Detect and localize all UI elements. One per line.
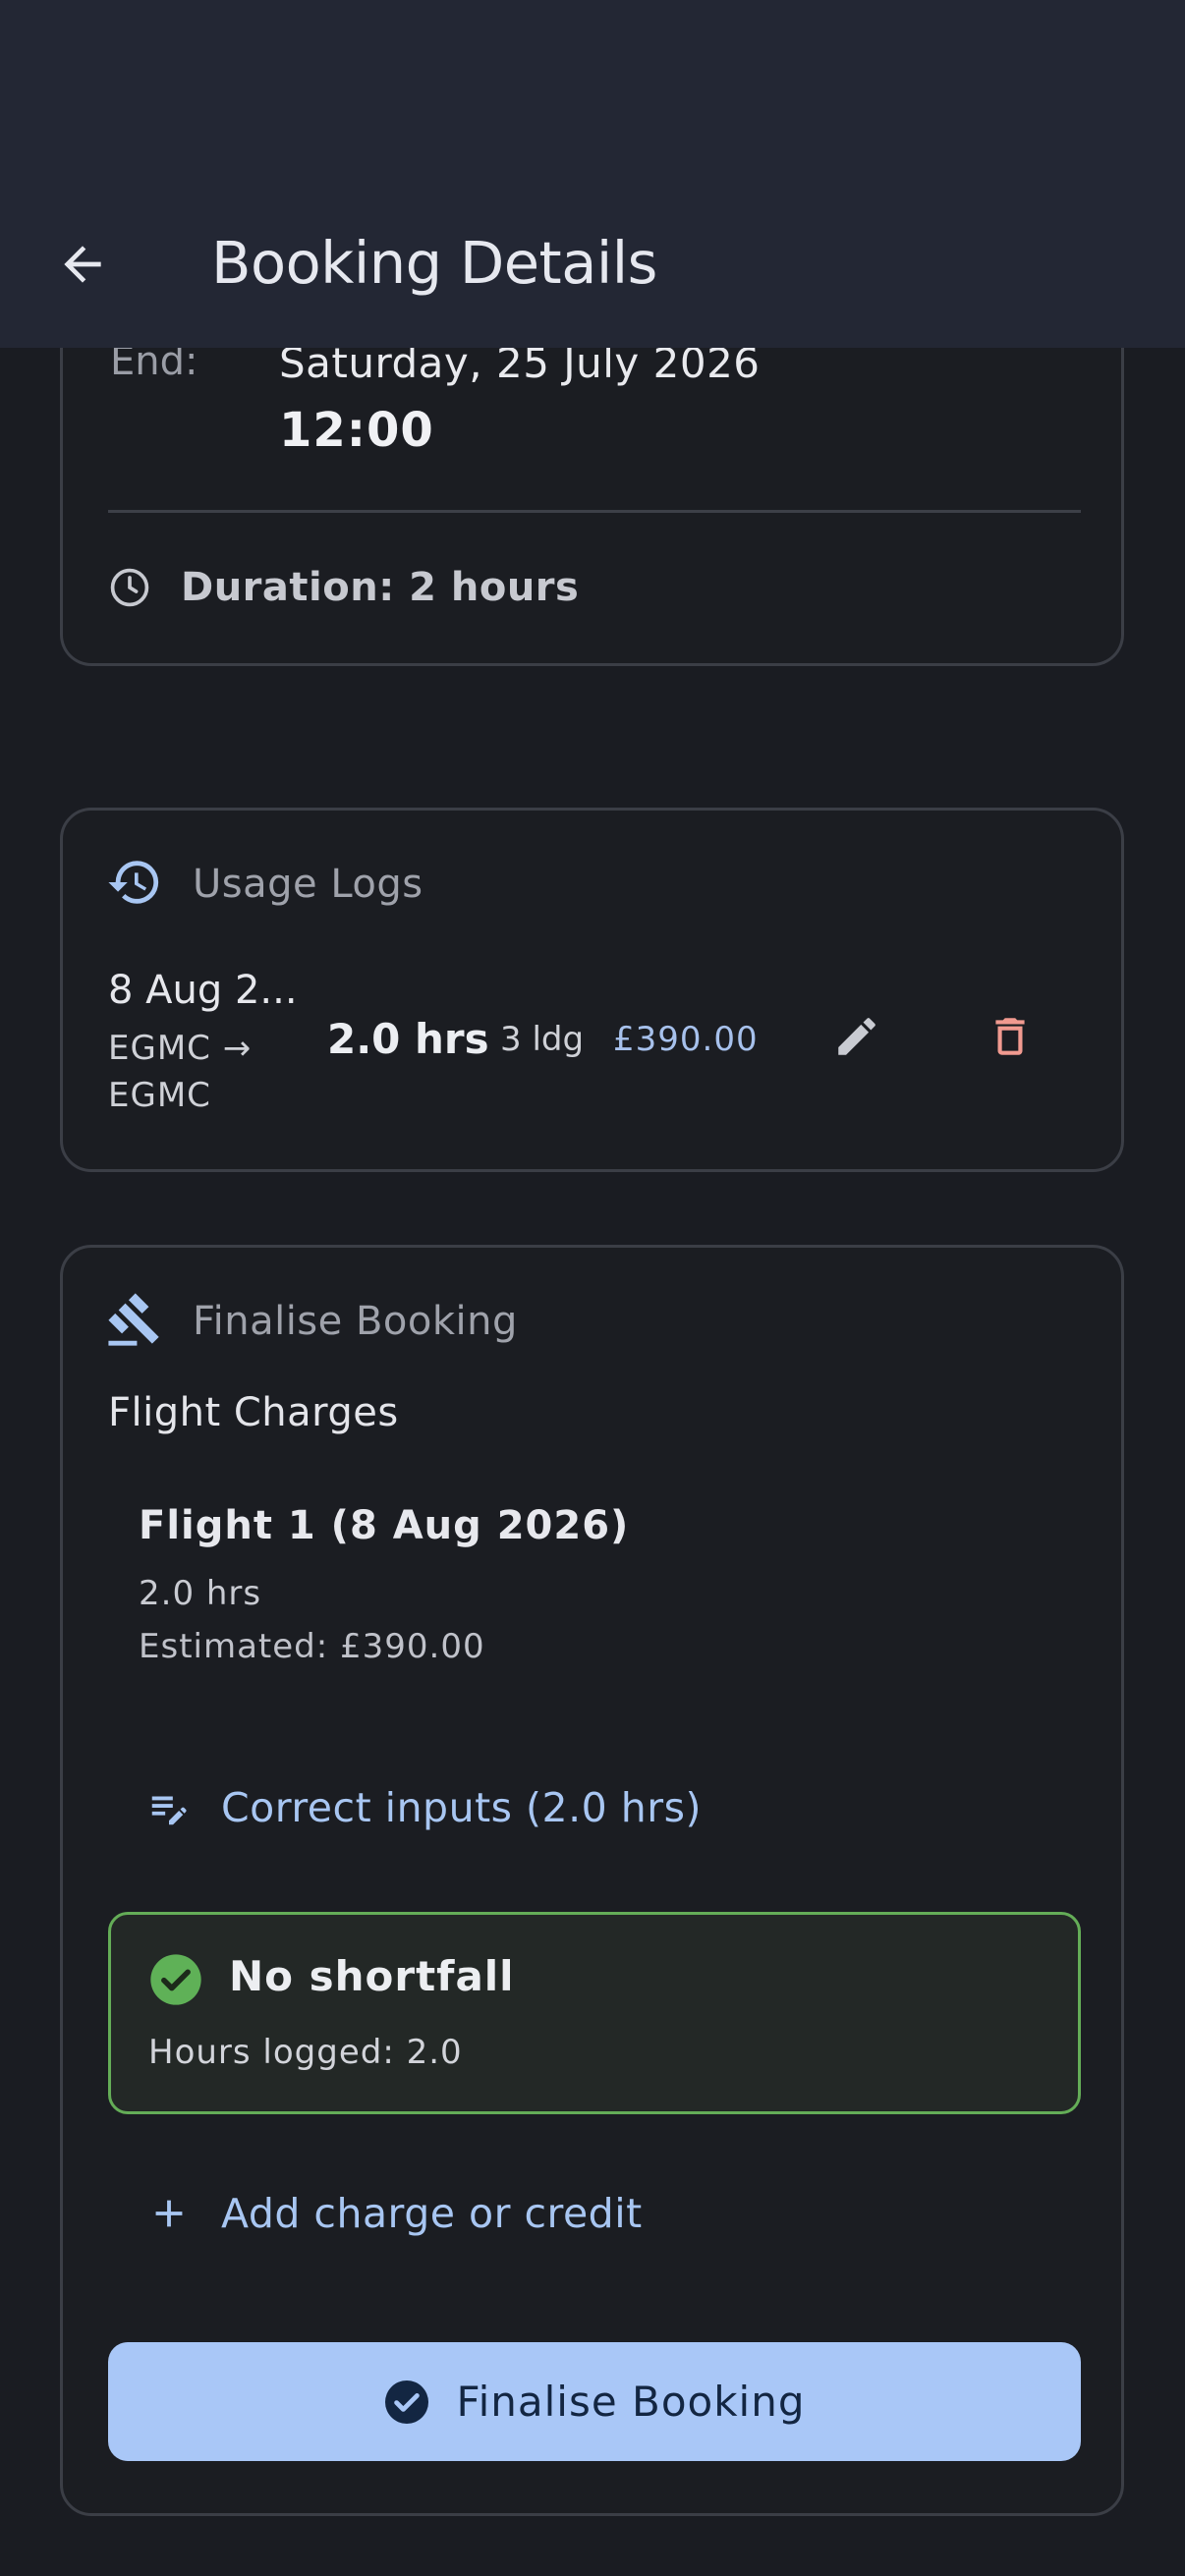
log-date: 8 Aug 2... bbox=[108, 968, 298, 1013]
back-button[interactable] bbox=[49, 231, 116, 298]
edit-log-button[interactable] bbox=[818, 997, 896, 1076]
correct-inputs-label: Correct inputs (2.0 hrs) bbox=[221, 1784, 702, 1831]
log-route-from: EGMC → bbox=[108, 1029, 253, 1068]
usage-logs-card: Usage Logs 8 Aug 2... EGMC → EGMC 2.0 hr… bbox=[60, 808, 1124, 1172]
log-hours: 2.0 hrs bbox=[327, 1015, 489, 1063]
clock-icon bbox=[110, 568, 149, 607]
finalise-card: Finalise Booking Flight Charges Flight 1… bbox=[60, 1245, 1124, 2516]
check-circle-icon bbox=[150, 1954, 201, 2005]
trash-icon bbox=[995, 1018, 1025, 1055]
duration-text: Duration: 2 hours bbox=[181, 565, 580, 610]
finalise-section-title: Finalise Booking bbox=[193, 1299, 518, 1344]
gavel-icon bbox=[108, 1293, 159, 1346]
add-charge-label: Add charge or credit bbox=[221, 2190, 643, 2237]
log-amount: £390.00 bbox=[613, 1020, 759, 1059]
flight-estimated: Estimated: £390.00 bbox=[139, 1627, 485, 1666]
log-route-to: EGMC bbox=[108, 1076, 211, 1115]
plus-icon bbox=[155, 2200, 183, 2227]
history-icon bbox=[108, 861, 159, 904]
log-route: EGMC → EGMC bbox=[108, 1025, 252, 1119]
end-time: 12:00 bbox=[279, 403, 434, 458]
usage-logs-title: Usage Logs bbox=[193, 862, 423, 907]
log-landings: 3 ldg bbox=[500, 1020, 585, 1059]
delete-log-button[interactable] bbox=[971, 997, 1049, 1076]
correct-inputs-button[interactable]: Correct inputs (2.0 hrs) bbox=[146, 1773, 702, 1842]
arrow-back-icon bbox=[64, 246, 101, 283]
flight-title: Flight 1 (8 Aug 2026) bbox=[139, 1503, 630, 1548]
app-bar: Booking Details bbox=[0, 0, 1185, 348]
shortfall-status: No shortfall Hours logged: 2.0 bbox=[108, 1912, 1081, 2114]
finalise-button-label: Finalise Booking bbox=[456, 2378, 806, 2426]
pencil-icon bbox=[838, 1018, 875, 1055]
finalise-booking-button[interactable]: Finalise Booking bbox=[108, 2342, 1081, 2461]
flight-charges-heading: Flight Charges bbox=[108, 1390, 399, 1435]
check-circle-icon bbox=[385, 2380, 429, 2424]
page-title: Booking Details bbox=[211, 229, 657, 297]
flight-hours: 2.0 hrs bbox=[139, 1574, 262, 1613]
divider bbox=[108, 510, 1081, 513]
edit-note-icon bbox=[151, 1796, 187, 1825]
status-detail: Hours logged: 2.0 bbox=[148, 2033, 463, 2072]
status-title: No shortfall bbox=[229, 1952, 515, 2000]
add-charge-button[interactable]: Add charge or credit bbox=[146, 2179, 643, 2248]
